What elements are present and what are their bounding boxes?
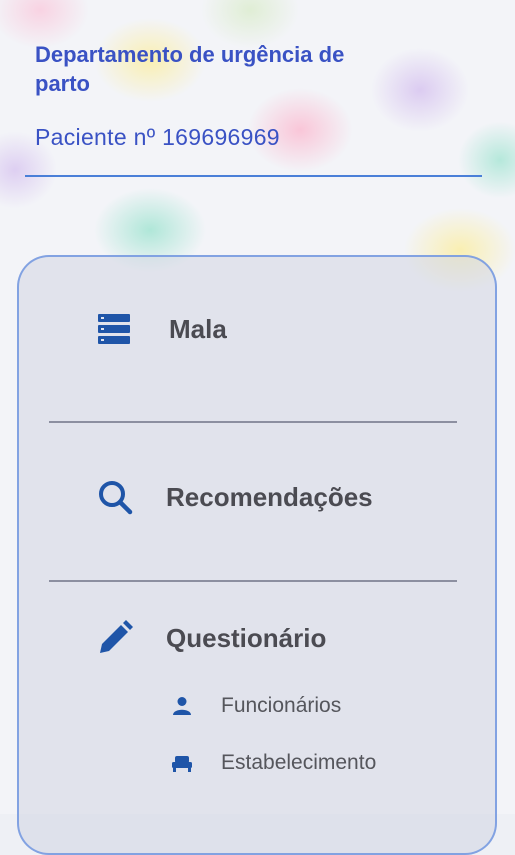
submenu-item-funcionarios[interactable]: Funcionários (172, 694, 341, 718)
menu-item-mala[interactable]: Mala (97, 312, 227, 346)
bed-icon (172, 753, 192, 773)
menu-item-questionario[interactable]: Questionário (97, 620, 326, 656)
storage-icon (97, 312, 131, 346)
menu-divider (49, 421, 457, 423)
menu-label-recomendacoes: Recomendações (166, 481, 373, 512)
menu-divider (49, 580, 457, 582)
menu-label-questionario: Questionário (166, 622, 327, 653)
department-title: Departamento de urgência de parto (35, 42, 345, 96)
submenu-label-estabelecimento: Estabelecimento (221, 751, 377, 774)
menu-item-recomendacoes[interactable]: Recomendações (97, 479, 373, 515)
submenu-label-funcionarios: Funcionários (221, 694, 342, 717)
header: Departamento de urgência de parto (35, 40, 395, 98)
menu-label-mala: Mala (169, 313, 227, 344)
submenu-item-estabelecimento[interactable]: Estabelecimento (172, 751, 376, 775)
patient-number: Paciente nº 169696969 (35, 124, 280, 150)
person-icon (172, 696, 192, 716)
search-icon (97, 479, 133, 515)
header-divider (25, 175, 482, 177)
pencil-icon (97, 620, 133, 656)
